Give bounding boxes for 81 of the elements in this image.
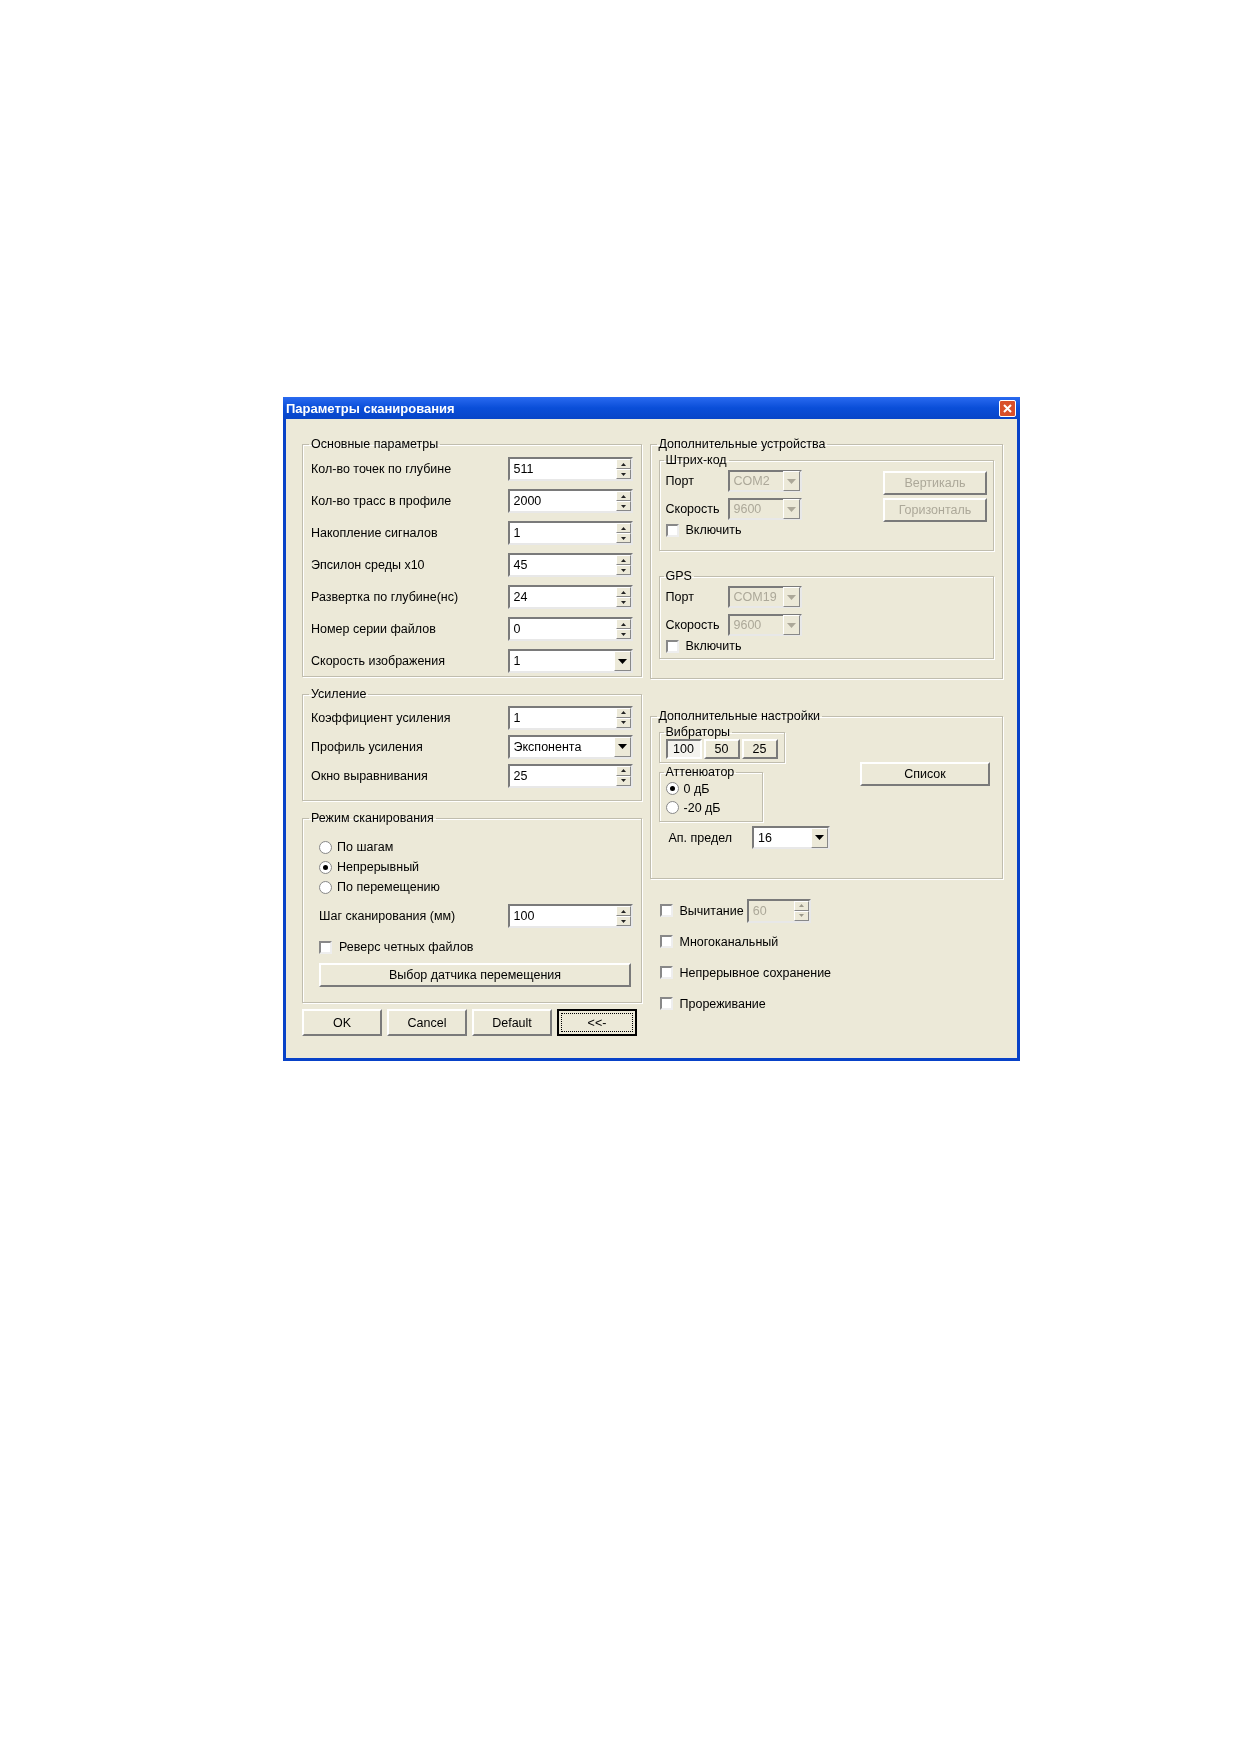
group-title: Штрих-код [664, 453, 728, 467]
spin-buttons[interactable] [615, 619, 631, 639]
field-label: Развертка по глубине(нс) [311, 590, 459, 604]
field-label: Коэффициент усиления [311, 710, 451, 725]
number-field[interactable]: 1 [507, 705, 633, 730]
spin-buttons[interactable] [615, 523, 631, 543]
spin-buttons[interactable] [615, 459, 631, 479]
checkbox-label: Непрерывное сохранение [679, 965, 832, 980]
dropdown[interactable]: 1 [507, 649, 633, 673]
list-button[interactable]: Список [860, 761, 990, 786]
field-label: Скорость изображения [311, 654, 445, 668]
spin-buttons[interactable] [615, 555, 631, 575]
spin-buttons[interactable] [615, 765, 631, 786]
checkbox[interactable] [665, 523, 679, 537]
radio-label: -20 дБ [683, 800, 721, 815]
number-field[interactable]: 2000 [507, 489, 633, 513]
number-field[interactable]: 100 [507, 904, 633, 928]
checkbox-label: Включить [685, 639, 742, 653]
spin-buttons[interactable] [615, 587, 631, 607]
checkbox[interactable] [665, 639, 679, 653]
group-title: Усиление [310, 687, 368, 701]
checkbox[interactable] [659, 966, 673, 979]
toggle-button[interactable]: 50 [703, 739, 740, 759]
radio-button[interactable] [665, 801, 679, 814]
radio-label: Непрерывный [337, 860, 420, 874]
dialog-button[interactable]: OK [302, 1009, 382, 1036]
dialog-button[interactable]: <<- [557, 1009, 637, 1036]
number-field[interactable]: 511 [507, 457, 633, 481]
spin-buttons[interactable] [615, 707, 631, 728]
checkbox-label: Реверс четных файлов [339, 940, 474, 954]
field-label: Порт [665, 590, 695, 604]
checkbox[interactable] [659, 997, 673, 1010]
group-title: GPS [664, 569, 693, 583]
spin-buttons[interactable] [615, 906, 631, 926]
checkbox[interactable] [659, 904, 673, 917]
radio-label: 0 дБ [683, 781, 710, 796]
field-label: Номер серии файлов [311, 622, 436, 636]
window-title: Параметры сканирования [286, 400, 455, 416]
group-title: Вибраторы [664, 725, 732, 739]
checkbox-label: Прореживание [679, 996, 766, 1011]
field-label: Порт [665, 474, 695, 488]
checkbox[interactable] [319, 940, 332, 954]
group-title: Основные параметры [310, 437, 440, 451]
dialog-button[interactable]: Default [472, 1009, 552, 1036]
checkbox-label: Вычитание [679, 903, 744, 918]
field-label: Шаг сканирования (мм) [319, 909, 456, 923]
toggle-button[interactable]: 100 [665, 739, 702, 759]
dropdown[interactable]: Экспонента [507, 734, 633, 759]
number-field[interactable]: 1 [507, 521, 633, 545]
radio-label: По перемещению [337, 880, 440, 894]
number-field[interactable]: 24 [507, 585, 633, 609]
field-label: Скорость [665, 618, 721, 632]
number-field[interactable]: 45 [507, 553, 633, 577]
dropdown[interactable]: 16 [752, 826, 831, 849]
number-field[interactable]: 0 [507, 617, 633, 641]
group-title: Аттенюатор [664, 765, 736, 779]
radio-label: По шагам [337, 840, 394, 854]
radio-button[interactable] [319, 860, 332, 874]
close-icon[interactable] [999, 399, 1016, 417]
group-title: Дополнительные настройки [657, 709, 822, 723]
dialog-button[interactable]: Cancel [387, 1009, 467, 1036]
checkbox-label: Включить [685, 523, 742, 537]
field-label: Ап. предел [668, 830, 733, 845]
toggle-button[interactable]: 25 [741, 739, 778, 759]
field-label: Скорость [665, 502, 721, 516]
number-field[interactable]: 25 [507, 763, 633, 788]
field-label: Кол-во точек по глубине [311, 462, 452, 476]
field-label: Профиль усиления [311, 739, 423, 754]
field-label: Кол-во трасс в профиле [311, 494, 452, 508]
radio-button[interactable] [319, 840, 332, 854]
group-title: Дополнительные устройства [657, 437, 827, 451]
checkbox-label: Многоканальный [679, 934, 779, 949]
radio-button[interactable] [319, 880, 332, 894]
field-label: Эпсилон среды x10 [311, 558, 425, 572]
radio-button[interactable] [665, 782, 679, 795]
field-label: Окно выравнивания [311, 768, 428, 783]
group-title: Режим сканирования [310, 811, 435, 825]
sensor-select-button[interactable]: Выбор датчика перемещения [319, 963, 631, 987]
field-label: Накопление сигналов [311, 526, 438, 540]
spin-buttons[interactable] [615, 491, 631, 511]
checkbox[interactable] [659, 935, 673, 948]
